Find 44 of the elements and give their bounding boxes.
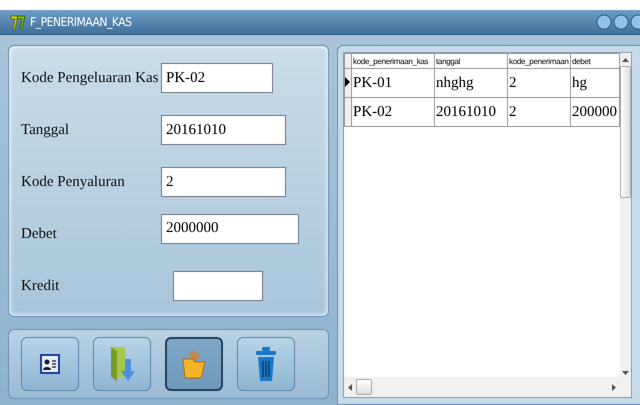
trash-icon [255,346,277,382]
column-header[interactable]: kode_penerimaan_kas [352,54,434,68]
input-field[interactable] [173,271,263,301]
window-title: F_PENERIMAAN_KAS [30,15,132,29]
scroll-left-icon [348,384,352,390]
scroll-up-icon [622,58,629,62]
minimize-button[interactable] [596,14,612,30]
field-label: Debet [21,226,58,242]
input-field[interactable]: 2 [161,167,286,197]
vertical-scrollbar[interactable] [620,53,631,397]
table-cell: PK-01 [352,68,434,98]
field-label: Kode Penyaluran [21,174,126,190]
table-cell: 2 [508,98,570,126]
scroll-thumb[interactable] [620,66,631,198]
import-button[interactable] [93,337,151,391]
folder-icon [181,349,207,379]
column-header[interactable]: tanggal [434,54,508,68]
maximize-button[interactable] [613,14,629,30]
column-header[interactable]: kode_penerimaan [508,54,570,68]
field-label: Kode Pengeluaran Kas [21,70,160,86]
open-folder-button[interactable] [165,337,223,391]
input-field[interactable]: 2000000 [161,214,299,244]
scroll-right-icon [612,384,616,390]
scroll-thumb[interactable] [356,379,372,395]
horizontal-scrollbar[interactable] [344,377,620,397]
contact-card-button[interactable] [21,337,79,391]
table-cell: 20161010 [434,98,508,126]
table-cell: nhghg [434,68,508,98]
input-field[interactable]: 20161010 [161,115,286,145]
grid-corner [344,54,352,68]
field-label: Kredit [21,278,60,294]
column-header[interactable]: debet [570,54,620,68]
close-button[interactable] [630,14,640,30]
scroll-down-icon [622,371,629,375]
app-icon [10,14,26,30]
table-cell: 2 [508,68,570,98]
document-down-arrow-icon [109,345,135,383]
row-selector[interactable] [344,68,352,98]
field-label: Tanggal [21,122,70,138]
table-cell: PK-02 [352,98,434,126]
input-field[interactable]: PK-02 [161,63,273,93]
delete-button[interactable] [237,337,295,391]
row-pointer-icon [345,76,350,86]
contact-card-icon [39,353,61,375]
